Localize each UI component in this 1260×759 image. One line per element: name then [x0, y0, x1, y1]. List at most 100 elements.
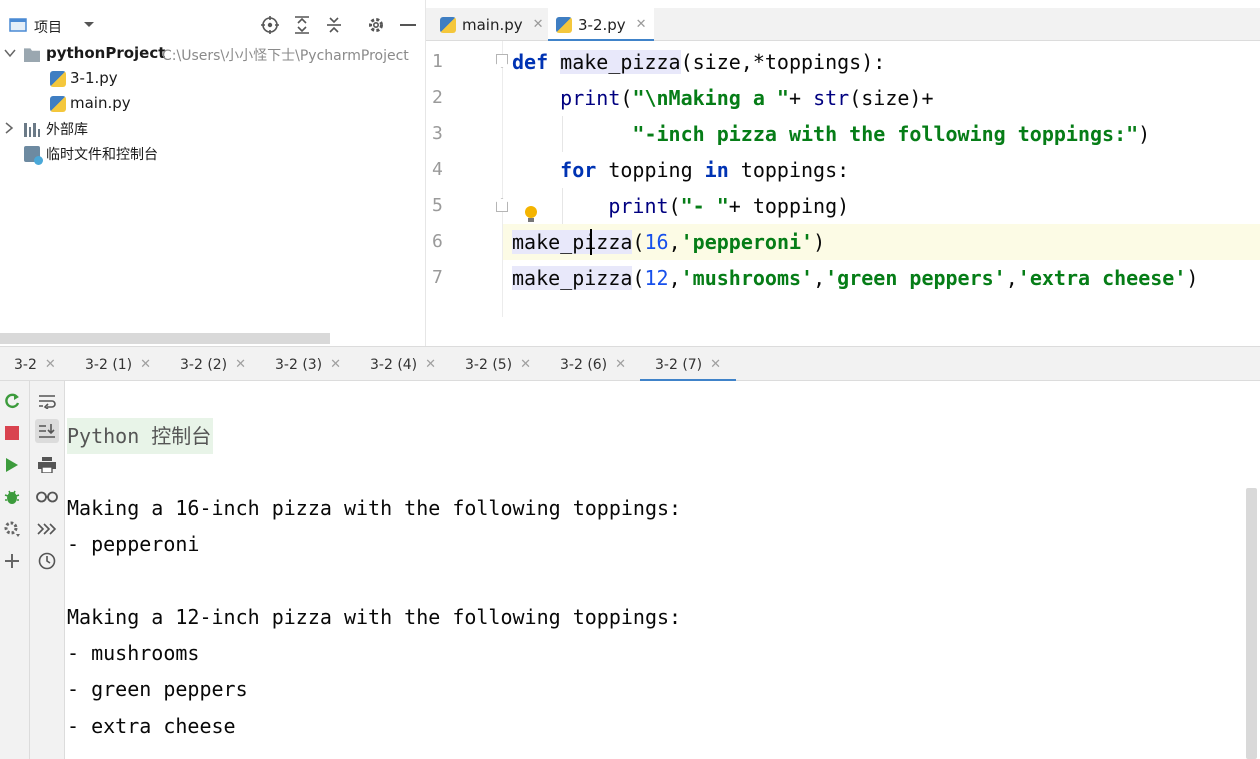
fold-icon[interactable]	[496, 54, 508, 68]
minimize-icon[interactable]	[396, 12, 420, 38]
glasses-icon[interactable]	[35, 485, 59, 509]
code-line-7: make_pizza(12,'mushrooms','green peppers…	[512, 266, 1199, 290]
library-icon	[24, 121, 40, 137]
tree-item-file[interactable]: main.py	[0, 92, 426, 116]
tab-console-active[interactable]: 3-2 (7) ✕	[639, 347, 737, 382]
run-toolbar	[0, 381, 30, 759]
rerun-icon[interactable]	[0, 389, 24, 413]
console-tab-bar: 3-2 ✕ 3-2 (1) ✕ 3-2 (2) ✕ 3-2 (3) ✕ 3-2 (4) ✕…	[0, 346, 1260, 382]
code-line-5: print("- "+ topping)	[608, 194, 850, 218]
python-file-icon	[440, 16, 456, 33]
expand-all-icon[interactable]	[290, 12, 314, 38]
console-output-line: - pepperoni	[67, 532, 200, 556]
code-editor[interactable]: 1 2 3 4 5 6 7 def make_pizza(size,*toppi…	[426, 41, 1260, 317]
tab-console[interactable]: 3-2 (4) ✕	[370, 347, 436, 382]
close-icon[interactable]: ✕	[330, 357, 341, 372]
console-toolbar	[30, 381, 65, 759]
panel-icon[interactable]	[8, 12, 28, 38]
add-icon[interactable]	[0, 549, 24, 573]
soft-wrap-icon[interactable]	[35, 389, 59, 413]
line-number: 3	[432, 123, 443, 144]
python-file-icon	[556, 16, 572, 33]
run-icon[interactable]	[0, 453, 24, 477]
tab-console[interactable]: 3-2 ✕	[14, 347, 56, 382]
tab-console[interactable]: 3-2 (1) ✕	[85, 347, 151, 382]
code-line-1: def make_pizza(size,*toppings):	[512, 50, 886, 74]
tab-label: 3-2 (6)	[560, 356, 608, 373]
folder-icon	[24, 48, 40, 62]
project-panel: 项目 pythonProject C:\Users\小小怪下士\PycharmP…	[0, 0, 426, 346]
chevron-right-icon[interactable]	[4, 122, 14, 137]
close-icon[interactable]: ✕	[520, 357, 531, 372]
python-console-output[interactable]: Python 控制台 Making a 16-inch pizza with t…	[66, 381, 1260, 759]
tab-label: 3-2 (5)	[465, 356, 513, 373]
project-toolbar: 项目	[0, 8, 426, 42]
console-header: Python 控制台	[67, 418, 214, 454]
tree-item-label: 外部库	[46, 122, 88, 138]
tab-3-2-py[interactable]: 3-2.py ✕	[548, 8, 654, 42]
python-file-icon	[50, 71, 66, 87]
tree-item-label: 3-1.py	[70, 69, 118, 87]
tree-item-scratches[interactable]: 临时文件和控制台	[0, 142, 426, 166]
line-number: 4	[432, 159, 443, 180]
chevron-down-icon[interactable]	[4, 47, 16, 61]
scroll-to-end-icon[interactable]	[35, 419, 59, 443]
scratches-icon	[24, 146, 43, 165]
tab-main-py[interactable]: main.py ✕	[432, 8, 544, 41]
project-name: pythonProject	[46, 44, 166, 62]
tree-item-external-libraries[interactable]: 外部库	[0, 117, 426, 141]
line-number: 6	[432, 231, 443, 252]
horizontal-scrollbar[interactable]	[0, 333, 330, 344]
project-view-title[interactable]: 项目	[34, 17, 62, 37]
console-output-line: Making a 16-inch pizza with the followin…	[67, 496, 682, 520]
print-icon[interactable]	[35, 453, 59, 477]
close-icon[interactable]: ✕	[636, 17, 647, 32]
fold-end-icon[interactable]	[496, 198, 508, 212]
tab-label: main.py	[462, 15, 523, 34]
execute-history-icon[interactable]	[35, 517, 59, 541]
tree-item-pythonproject[interactable]: pythonProject C:\Users\小小怪下士\PycharmProj…	[0, 42, 426, 66]
tab-label: 3-2 (1)	[85, 356, 133, 373]
console-output-line: - mushrooms	[67, 641, 200, 665]
line-number: 2	[432, 87, 443, 108]
collapse-all-icon[interactable]	[322, 12, 346, 38]
console-output-line: - extra cheese	[67, 714, 236, 738]
gear-icon[interactable]	[364, 12, 388, 38]
close-icon[interactable]: ✕	[140, 357, 151, 372]
settings-gear-icon[interactable]	[0, 517, 24, 541]
tab-label: 3-2.py	[578, 15, 626, 34]
close-icon[interactable]: ✕	[533, 17, 544, 32]
tree-item-file[interactable]: 3-1.py	[0, 67, 426, 91]
close-icon[interactable]: ✕	[235, 357, 246, 372]
crosshair-icon[interactable]	[258, 12, 282, 38]
tab-console[interactable]: 3-2 (5) ✕	[465, 347, 531, 382]
code-line-4: for topping in toppings:	[560, 158, 850, 182]
history-icon[interactable]	[35, 549, 59, 573]
tab-console[interactable]: 3-2 (6) ✕	[560, 347, 626, 382]
line-number: 5	[432, 195, 443, 216]
line-number: 1	[432, 51, 443, 72]
tab-label: 3-2 (2)	[180, 356, 228, 373]
tree-item-label: 临时文件和控制台	[46, 147, 158, 163]
vertical-scrollbar[interactable]	[1246, 488, 1257, 759]
tree-item-label: main.py	[70, 94, 131, 112]
tab-label: 3-2	[14, 356, 37, 373]
console-output-line: Making a 12-inch pizza with the followin…	[67, 605, 682, 629]
tab-console[interactable]: 3-2 (2) ✕	[180, 347, 246, 382]
close-icon[interactable]: ✕	[45, 357, 56, 372]
chevron-down-icon[interactable]	[80, 12, 98, 38]
tab-label: 3-2 (7)	[655, 356, 703, 373]
stop-icon[interactable]	[0, 421, 24, 445]
tab-label: 3-2 (3)	[275, 356, 323, 373]
python-file-icon	[50, 96, 66, 112]
close-icon[interactable]: ✕	[710, 357, 721, 372]
console-output-line: - green peppers	[67, 677, 248, 701]
project-path: C:\Users\小小怪下士\PycharmProject	[162, 48, 409, 64]
code-line-2: print("\nMaking a "+ str(size)+	[560, 86, 934, 110]
debug-icon[interactable]	[0, 485, 24, 509]
close-icon[interactable]: ✕	[615, 357, 626, 372]
line-number: 7	[432, 267, 443, 288]
editor-tab-bar: main.py ✕ 3-2.py ✕	[426, 8, 1260, 42]
close-icon[interactable]: ✕	[425, 357, 436, 372]
tab-console[interactable]: 3-2 (3) ✕	[275, 347, 341, 382]
